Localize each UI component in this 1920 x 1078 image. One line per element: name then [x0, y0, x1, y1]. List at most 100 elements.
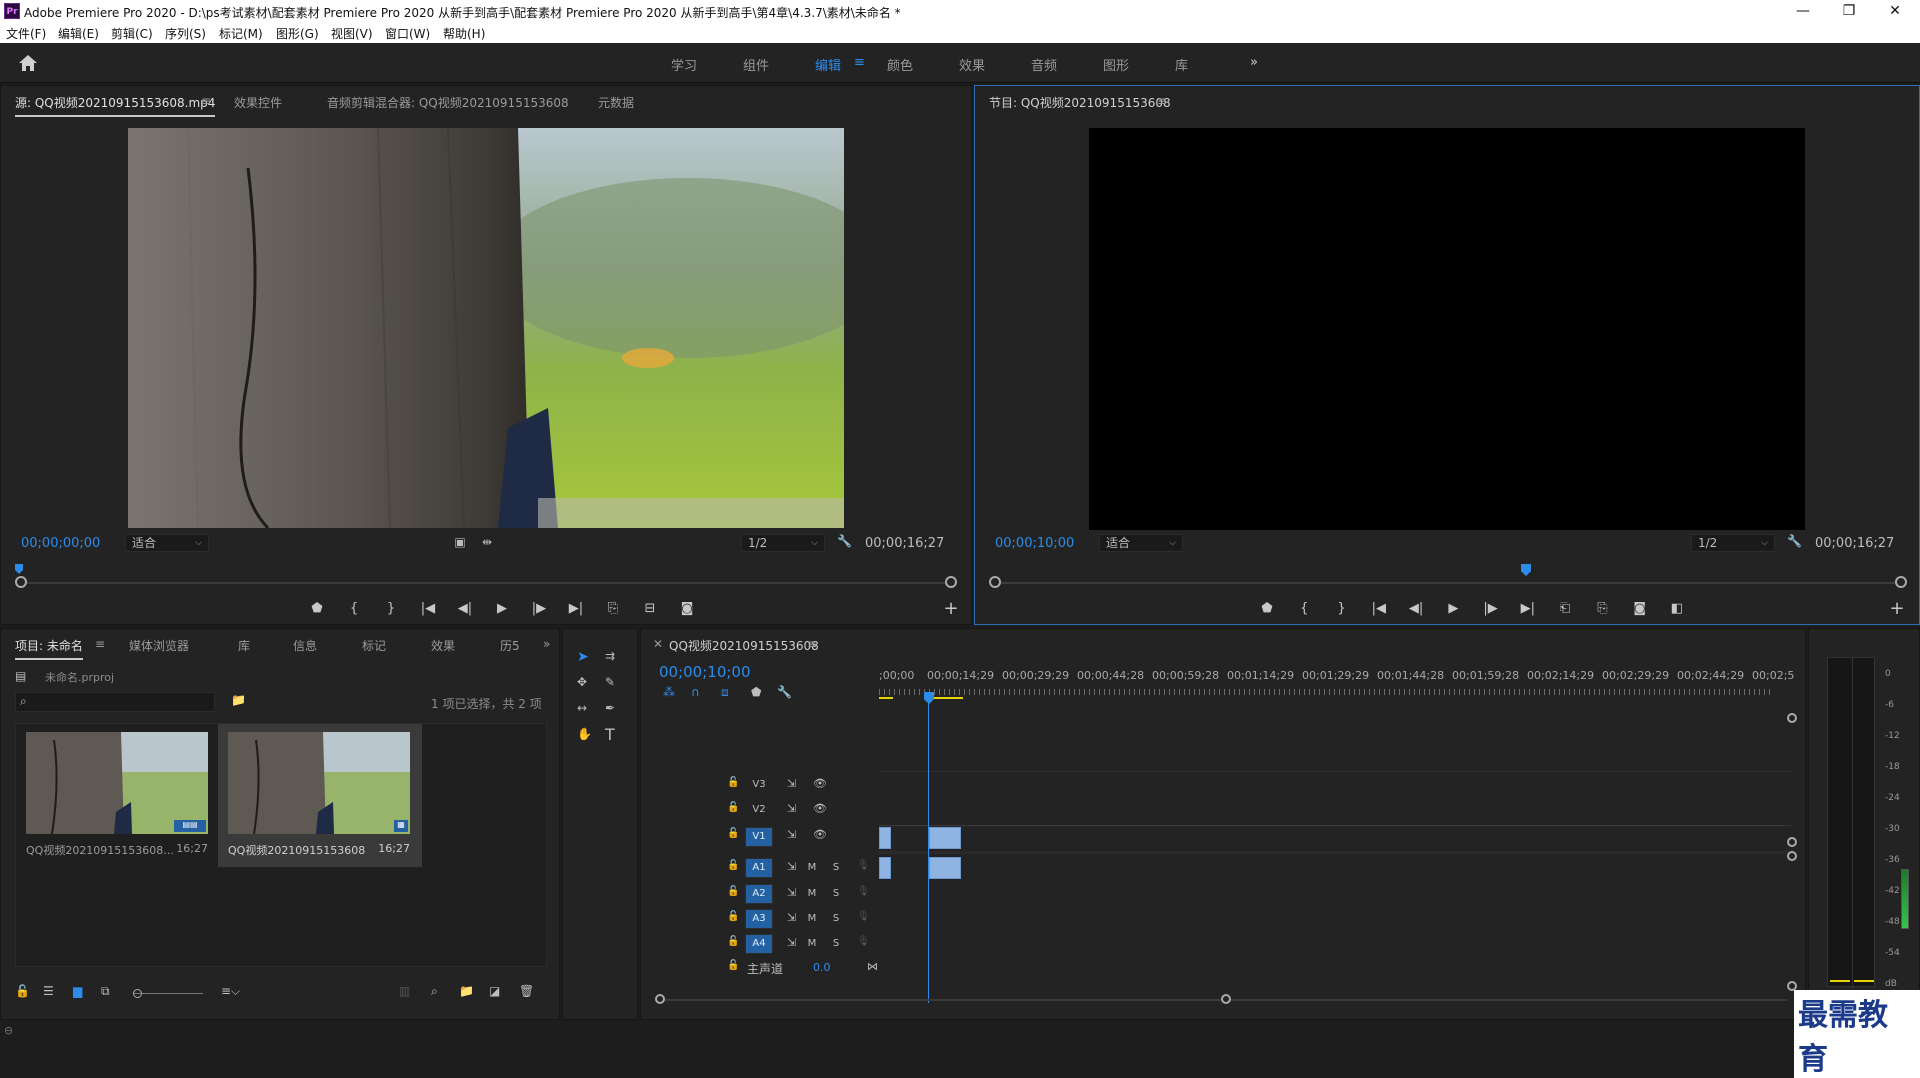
comparison-view-icon[interactable]: ◧	[1667, 599, 1687, 619]
timeline-hscroll-start[interactable]	[655, 994, 665, 1004]
eye-icon[interactable]: 👁	[813, 777, 827, 790]
linked-selection-icon[interactable]: ⧈	[721, 685, 729, 700]
selection-tool-icon[interactable]: ➤	[577, 649, 589, 665]
drag-video-icon[interactable]: ▣	[453, 535, 467, 549]
list-view-icon[interactable]: ☰	[43, 984, 54, 998]
source-zoom-start-handle[interactable]	[15, 576, 27, 588]
workspace-graphics[interactable]: 图形	[1103, 55, 1129, 74]
program-panel-menu-icon[interactable]: ≡	[1157, 94, 1167, 108]
project-panel-menu-icon[interactable]: ≡	[95, 637, 105, 651]
microphone-icon[interactable]: 🎙	[857, 886, 870, 897]
master-volume-value[interactable]: 0.0	[813, 961, 831, 974]
microphone-icon[interactable]: 🎙	[857, 936, 870, 947]
timeline-hscroll-end[interactable]	[1221, 994, 1231, 1004]
timeline-timecode[interactable]: 00;00;10;00	[659, 663, 751, 681]
track-label[interactable]: V3	[745, 775, 773, 795]
mute-button[interactable]: M	[803, 858, 821, 878]
tab-audio-clip-mixer[interactable]: 音频剪辑混合器: QQ视频20210915153608	[327, 94, 569, 111]
source-zoom-end-handle[interactable]	[945, 576, 957, 588]
track-target-a4[interactable]: A4	[745, 934, 773, 954]
sync-lock-icon[interactable]: ⇲	[787, 802, 796, 815]
audio-vscroll-handle[interactable]	[1787, 851, 1797, 861]
video-clip[interactable]	[929, 827, 961, 849]
solo-button[interactable]: S	[827, 909, 845, 929]
source-scrub-bar[interactable]	[21, 582, 951, 584]
timeline-menu-icon[interactable]: ≡	[807, 637, 817, 651]
wrench-icon[interactable]: 🔧	[837, 534, 852, 548]
lock-track-icon[interactable]: 🔓	[727, 777, 739, 788]
program-zoom-end-handle[interactable]	[1895, 576, 1907, 588]
add-marker-icon[interactable]: ⬟	[1257, 599, 1277, 619]
tab-project[interactable]: 项目: 未命名	[15, 637, 83, 660]
pen-tool-icon[interactable]: ✒	[605, 701, 615, 715]
solo-button[interactable]: S	[827, 858, 845, 878]
overwrite-icon[interactable]: ⊟	[640, 599, 660, 619]
solo-button[interactable]: S	[827, 934, 845, 954]
program-timecode[interactable]: 00;00;10;00	[995, 536, 1074, 551]
go-to-in-icon[interactable]: |◀	[1369, 599, 1389, 619]
lock-track-icon[interactable]: 🔓	[727, 860, 739, 871]
mute-button[interactable]: M	[803, 909, 821, 929]
video-vscroll-handle[interactable]	[1787, 837, 1797, 847]
mark-in-icon[interactable]: {	[344, 599, 364, 619]
find-icon[interactable]: ⌕	[431, 984, 438, 999]
extract-icon[interactable]: ⎘	[1592, 599, 1612, 619]
mark-out-icon[interactable]: }	[381, 599, 401, 619]
hand-tool-icon[interactable]: ✋	[577, 727, 592, 741]
close-button[interactable]: ✕	[1872, 0, 1918, 22]
menu-clip[interactable]: 剪辑(C)	[111, 25, 153, 42]
tab-effects[interactable]: 效果	[431, 637, 455, 654]
nest-sequence-icon[interactable]: ⁂	[663, 685, 675, 699]
zoom-slider[interactable]	[133, 993, 203, 994]
play-icon[interactable]: ▶	[492, 599, 512, 619]
menu-file[interactable]: 文件(F)	[6, 25, 46, 42]
tab-markers[interactable]: 标记	[362, 637, 386, 654]
sync-lock-icon[interactable]: ⇲	[787, 860, 796, 873]
type-tool-icon[interactable]: T	[605, 725, 615, 744]
tab-program[interactable]: 节目: QQ视频20210915153608	[989, 94, 1171, 111]
close-sequence-icon[interactable]: ✕	[653, 637, 663, 651]
program-fit-select[interactable]: 适合 ⌵	[1099, 534, 1183, 552]
clip-thumbnail[interactable]: ▦	[228, 732, 410, 834]
menu-markers[interactable]: 标记(M)	[219, 25, 263, 42]
new-search-bin-icon[interactable]: 📁	[231, 693, 246, 707]
tab-sequence[interactable]: QQ视频20210915153608	[669, 637, 819, 654]
sync-lock-icon[interactable]: ⇲	[787, 911, 796, 924]
ripple-edit-tool-icon[interactable]: ✥	[577, 675, 587, 689]
workspace-color[interactable]: 颜色	[887, 55, 913, 74]
workspace-effects[interactable]: 效果	[959, 55, 985, 74]
add-marker-icon[interactable]: ⬟	[307, 599, 327, 619]
wrench-icon[interactable]: 🔧	[1787, 534, 1802, 548]
slip-tool-icon[interactable]: ↔	[577, 701, 587, 715]
add-button-icon[interactable]: +	[941, 599, 961, 619]
drag-audio-icon[interactable]: ⇹	[479, 535, 495, 549]
mute-button[interactable]: M	[803, 934, 821, 954]
step-back-icon[interactable]: ◀|	[455, 599, 475, 619]
lock-track-icon[interactable]: 🔓	[727, 936, 739, 947]
solo-button[interactable]: S	[827, 884, 845, 904]
sync-lock-icon[interactable]: ⇲	[787, 828, 796, 841]
program-resolution-select[interactable]: 1/2 ⌵	[1691, 534, 1775, 552]
menu-edit[interactable]: 编辑(E)	[58, 25, 99, 42]
new-bin-icon[interactable]: 📁	[459, 984, 474, 998]
audio-clip[interactable]	[879, 857, 891, 879]
track-target-a2[interactable]: A2	[745, 884, 773, 904]
time-ruler[interactable]: ;00;00 00;00;14;29 00;00;29;29 00;00;44;…	[879, 669, 1795, 699]
track-label[interactable]: V2	[745, 800, 773, 820]
workspace-assembly[interactable]: 组件	[743, 55, 769, 74]
insert-icon[interactable]: ⎘	[603, 599, 623, 619]
menu-graphics[interactable]: 图形(G)	[276, 25, 319, 42]
source-fit-select[interactable]: 适合 ⌵	[125, 534, 209, 552]
track-target-a3[interactable]: A3	[745, 909, 773, 929]
microphone-icon[interactable]: 🎙	[857, 860, 870, 871]
workspace-menu-icon[interactable]: ≡	[854, 55, 865, 70]
timeline-playhead-head[interactable]	[924, 692, 934, 704]
lift-icon[interactable]: ⎗	[1555, 599, 1575, 619]
tab-effect-controls[interactable]: 效果控件	[234, 94, 282, 111]
lock-track-icon[interactable]: 🔓	[727, 802, 739, 813]
workspace-audio[interactable]: 音频	[1031, 55, 1057, 74]
clip-thumbnail[interactable]: ▤▤	[26, 732, 208, 834]
play-icon[interactable]: ▶	[1443, 599, 1463, 619]
program-zoom-start-handle[interactable]	[989, 576, 1001, 588]
workspace-learn[interactable]: 学习	[671, 55, 697, 74]
